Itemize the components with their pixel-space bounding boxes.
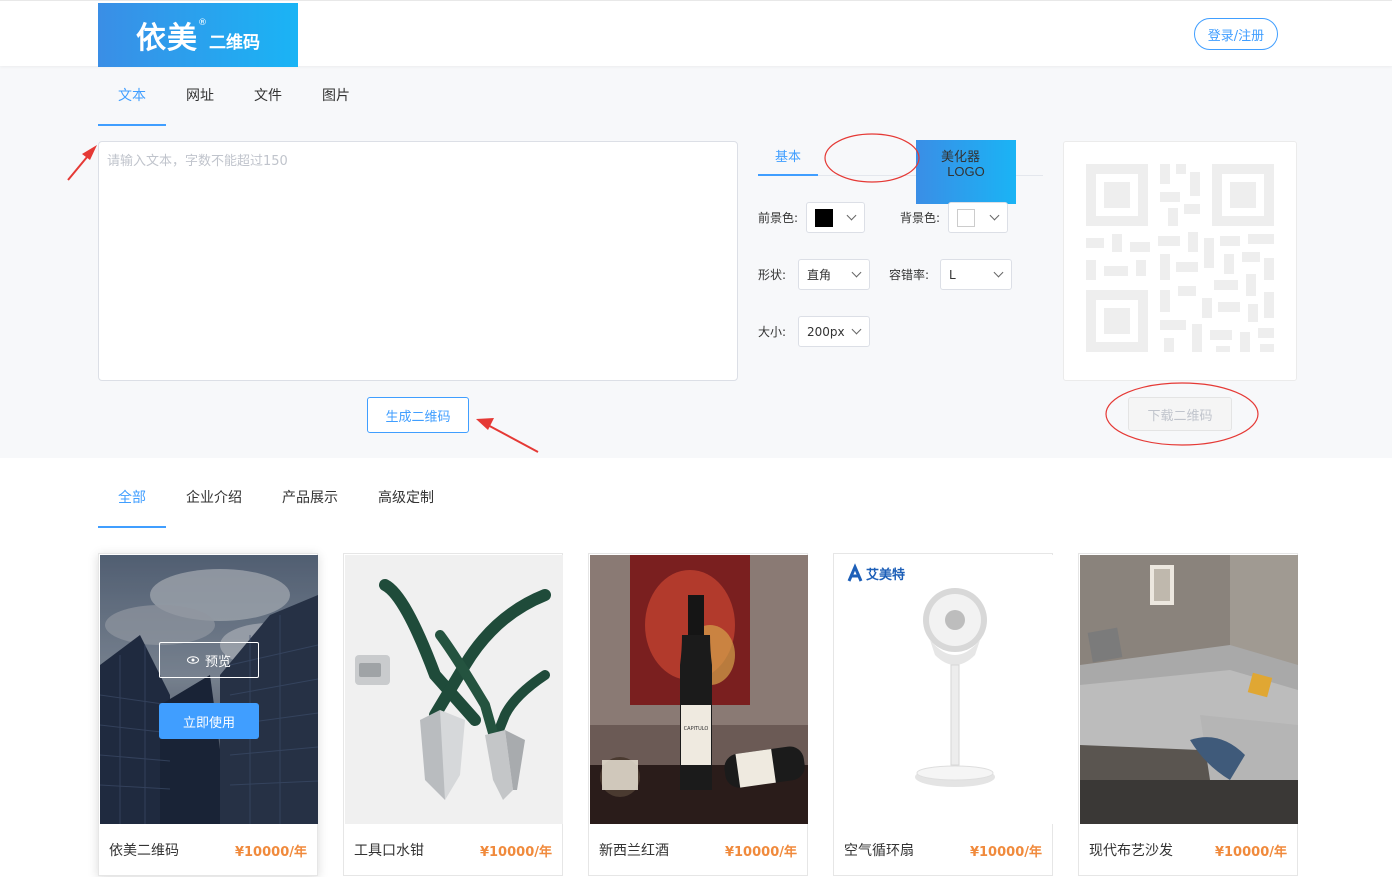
tab-image[interactable]: 图片 [302, 66, 370, 126]
template-category-tabs: 全部 企业介绍 产品展示 高级定制 [98, 468, 454, 528]
tab-text[interactable]: 文本 [98, 66, 166, 126]
wine-label-text: CAPITULO [684, 726, 709, 732]
shape-select[interactable]: 直角 [798, 259, 870, 290]
background-color-picker[interactable] [948, 202, 1008, 233]
tab-file[interactable]: 文件 [234, 66, 302, 126]
template-title: 空气循环扇 [844, 843, 914, 859]
template-card[interactable]: 预览 立即使用 依美二维码 ¥10000/年 [98, 553, 318, 876]
size-value: 200px [807, 324, 845, 339]
tab-all[interactable]: 全部 [98, 468, 166, 528]
preview-button[interactable]: 预览 [159, 642, 259, 678]
size-select[interactable]: 200px [798, 316, 870, 347]
template-price: ¥10000/年 [969, 845, 1042, 860]
template-price: ¥10000/年 [724, 845, 797, 860]
tab-advanced-custom[interactable]: 高级定制 [358, 468, 454, 528]
template-card[interactable]: 工具口水钳 ¥10000/年 [343, 553, 563, 876]
qr-text-input[interactable] [98, 141, 738, 381]
use-now-button[interactable]: 立即使用 [159, 703, 259, 739]
error-correction-select[interactable]: L [940, 259, 1012, 290]
foreground-label: 前景色: [758, 211, 799, 225]
template-price: ¥10000/年 [1214, 845, 1287, 860]
template-card[interactable]: CAPITULO 新西兰红酒 ¥10000/年 [588, 553, 808, 876]
qr-preview [1063, 141, 1297, 381]
chevron-down-icon [993, 267, 1004, 278]
shape-label: 形状: [758, 268, 787, 282]
template-title: 现代布艺沙发 [1089, 843, 1173, 859]
generator-panel: 文本 网址 文件 图片 生成二维码 基本 LOGO 美化器 前景色: 背景色: … [0, 66, 1392, 458]
hover-overlay [100, 555, 318, 824]
city-buildings-image: 预览 立即使用 [100, 555, 318, 824]
tab-url[interactable]: 网址 [166, 66, 234, 126]
background-swatch [957, 208, 975, 227]
input-type-tabs: 文本 网址 文件 图片 [98, 66, 370, 126]
sofa-image [1080, 555, 1298, 824]
foreground-swatch [815, 208, 833, 227]
brand-logo[interactable]: 依美 ® 二维码 [98, 3, 298, 67]
tab-company-intro[interactable]: 企业介绍 [166, 468, 262, 528]
brand-name: 艾美特 [866, 567, 905, 583]
style-option-tabs: 基本 LOGO 美化器 [758, 138, 1043, 204]
chevron-down-icon [846, 210, 857, 221]
top-header: 依美 ® 二维码 登录/注册 [0, 0, 1392, 67]
size-label: 大小: [758, 325, 787, 339]
logo-registered-mark: ® [198, 18, 207, 28]
chevron-down-icon [851, 324, 862, 335]
template-title: 依美二维码 [109, 843, 179, 859]
download-qr-button[interactable]: 下载二维码 [1128, 397, 1232, 431]
template-title: 新西兰红酒 [599, 843, 669, 859]
background-label: 背景色: [900, 211, 941, 225]
logo-sub-text: 二维码 [209, 32, 260, 53]
eye-icon [186, 653, 199, 668]
template-card[interactable]: 艾美特 空气循环扇 ¥10000/年 [833, 553, 1053, 876]
qr-placeholder-icon [1086, 164, 1274, 352]
shape-value: 直角 [807, 268, 832, 282]
foreground-color-picker[interactable] [806, 202, 865, 233]
wine-bottles-image: CAPITULO [590, 555, 808, 824]
error-correction-value: L [949, 267, 956, 282]
logo-main-text: 依美 [136, 21, 198, 56]
tab-product-showcase[interactable]: 产品展示 [262, 468, 358, 528]
pliers-image [345, 555, 563, 824]
air-fan-image: 艾美特 [835, 555, 1053, 824]
template-price: ¥10000/年 [234, 845, 307, 860]
template-card[interactable]: 现代布艺沙发 ¥10000/年 [1078, 553, 1298, 876]
preview-label: 预览 [204, 654, 231, 670]
chevron-down-icon [851, 267, 862, 278]
template-title: 工具口水钳 [354, 843, 424, 859]
generate-qr-button[interactable]: 生成二维码 [367, 397, 469, 433]
tab-basic[interactable]: 基本 [758, 138, 818, 176]
chevron-down-icon [989, 210, 1000, 221]
login-register-button[interactable]: 登录/注册 [1194, 18, 1278, 50]
error-correction-label: 容错率: [889, 268, 930, 282]
tab-beautifier[interactable]: 美化器 [918, 138, 1003, 175]
template-price: ¥10000/年 [479, 845, 552, 860]
